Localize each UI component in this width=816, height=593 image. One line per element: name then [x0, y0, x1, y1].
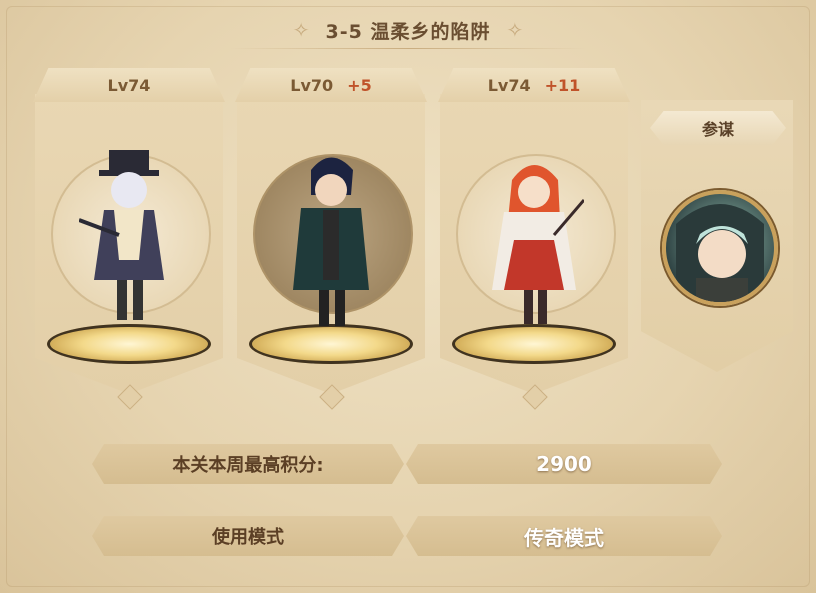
hero-card-3[interactable]: Lv74 +11 — [438, 68, 630, 410]
hero-bonus: +5 — [347, 75, 372, 95]
legend-mode-button[interactable]: 传奇模式 — [406, 516, 722, 556]
hero-card-2[interactable]: Lv70 +5 — [235, 68, 427, 410]
hero-figure-icon — [79, 150, 164, 320]
hero-figure-icon — [492, 165, 584, 324]
use-mode-button[interactable]: 使用模式 — [92, 516, 404, 556]
advisor-label-tab: 参谋 — [650, 111, 786, 145]
title-divider — [230, 48, 586, 49]
hero-level-tab: Lv70 +5 — [235, 68, 427, 102]
hero-level: Lv74 — [107, 75, 151, 95]
right-ornament-icon: ✧ — [506, 18, 524, 42]
hero-card-1[interactable]: Lv74 — [33, 68, 225, 410]
stage-title-bar: ✧ 3-5 温柔乡的陷阱 ✧ — [0, 10, 816, 50]
hero-level: Lv74 — [487, 75, 531, 95]
hero-level-tab: Lv74 — [33, 68, 225, 102]
hero-level-tab: Lv74 +11 — [438, 68, 630, 102]
weekly-score-value-bar: 2900 — [406, 444, 722, 484]
advisor-label: 参谋 — [701, 120, 734, 139]
use-mode-label: 使用模式 — [212, 527, 284, 548]
hero-level: Lv70 — [290, 75, 334, 95]
stage-title: 3-5 温柔乡的陷阱 — [325, 20, 491, 43]
hero-figure-icon — [293, 157, 369, 326]
weekly-score-value: 2900 — [536, 452, 592, 476]
advisor-avatar-icon — [676, 204, 764, 302]
legend-mode-label: 传奇模式 — [524, 525, 604, 550]
hero-bonus: +11 — [544, 75, 581, 95]
advisor-portrait[interactable] — [662, 190, 778, 306]
weekly-score-label-bar: 本关本周最高积分: — [92, 444, 404, 484]
weekly-score-label: 本关本周最高积分: — [172, 455, 324, 476]
left-ornament-icon: ✧ — [292, 18, 310, 42]
